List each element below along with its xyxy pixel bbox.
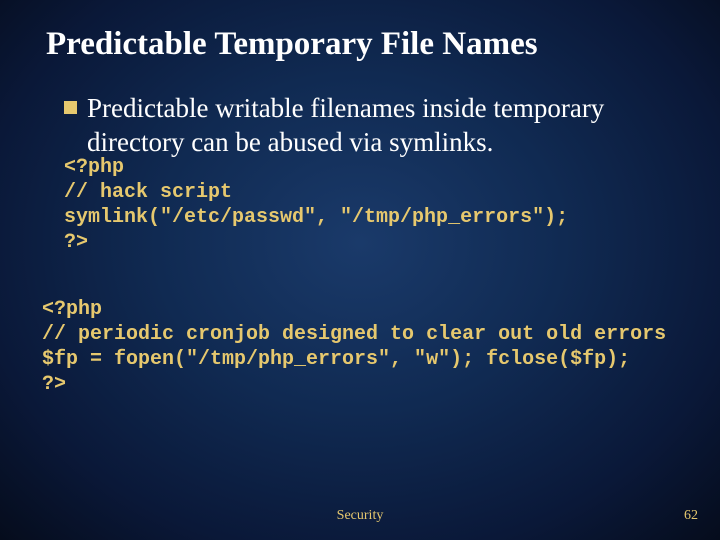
footer-label: Security xyxy=(0,508,720,524)
bullet-text: Predictable writable filenames inside te… xyxy=(87,92,680,160)
code-line: symlink("/etc/passwd", "/tmp/php_errors"… xyxy=(64,206,568,229)
code-line: // periodic cronjob designed to clear ou… xyxy=(42,323,666,346)
slide-title: Predictable Temporary File Names xyxy=(46,26,680,64)
slide: Predictable Temporary File Names Predict… xyxy=(0,0,720,540)
code-line: <?php xyxy=(64,156,124,179)
code-line: // hack script xyxy=(64,181,232,204)
code-line: ?> xyxy=(64,231,88,254)
page-number: 62 xyxy=(684,508,698,524)
code-line: ?> xyxy=(42,373,66,396)
bullet-item: Predictable writable filenames inside te… xyxy=(64,92,680,160)
code-line: $fp = fopen("/tmp/php_errors", "w"); fcl… xyxy=(42,348,630,371)
square-bullet-icon xyxy=(64,101,77,114)
code-line: <?php xyxy=(42,298,102,321)
code-block-cronjob: <?php // periodic cronjob designed to cl… xyxy=(42,297,680,397)
code-block-hack: <?php // hack script symlink("/etc/passw… xyxy=(64,155,680,255)
